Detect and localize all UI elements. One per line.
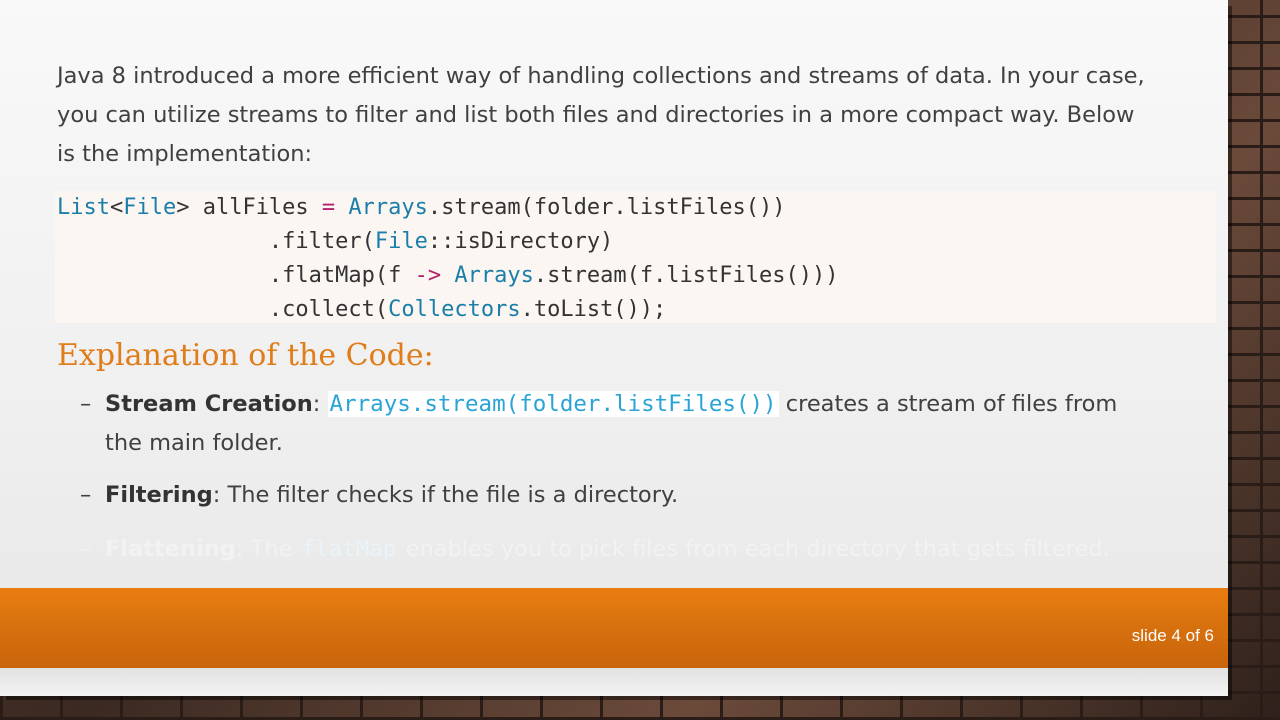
bullet-dash: – <box>80 536 92 562</box>
presentation-slide: Java 8 introduced a more efficient way o… <box>0 0 1228 696</box>
intro-line-3: is the implementation: <box>57 141 313 167</box>
code-block: List<File> allFiles = Arrays.stream(fold… <box>55 191 1216 323</box>
bullet-dash: – <box>80 391 92 417</box>
inline-code: Arrays.stream(folder.listFiles()) <box>327 391 779 417</box>
slide-bottom-border <box>0 668 1228 696</box>
bullet-title: Stream Creation <box>105 391 313 417</box>
slide-number: slide 4 of 6 <box>1131 626 1214 645</box>
bullet-flattening: – Flattening: The flatMap enables you to… <box>80 530 1200 569</box>
code-line-1: List<File> allFiles = Arrays.stream(fold… <box>57 195 786 220</box>
bullet-stream-creation: – Stream Creation: Arrays.stream(folder.… <box>80 385 1200 463</box>
intro-line-2: you can utilize streams to filter and li… <box>57 102 1135 128</box>
code-line-2: .filter(File::isDirectory) <box>57 229 614 254</box>
inline-code: flatMap <box>301 536 397 562</box>
bullet-title: Flattening <box>105 536 236 562</box>
intro-paragraph: Java 8 introduced a more efficient way o… <box>57 57 1207 174</box>
bullet-filtering: – Filtering: The filter checks if the fi… <box>80 476 1200 515</box>
bullet-title: Filtering <box>105 482 213 508</box>
section-heading: Explanation of the Code: <box>57 338 434 373</box>
footer-bar: slide 4 of 6 <box>0 588 1228 668</box>
code-line-3: .flatMap(f -> Arrays.stream(f.listFiles(… <box>57 263 839 288</box>
bullet-dash: – <box>80 482 92 508</box>
code-line-4: .collect(Collectors.toList()); <box>57 297 667 322</box>
intro-line-1: Java 8 introduced a more efficient way o… <box>57 63 1145 89</box>
